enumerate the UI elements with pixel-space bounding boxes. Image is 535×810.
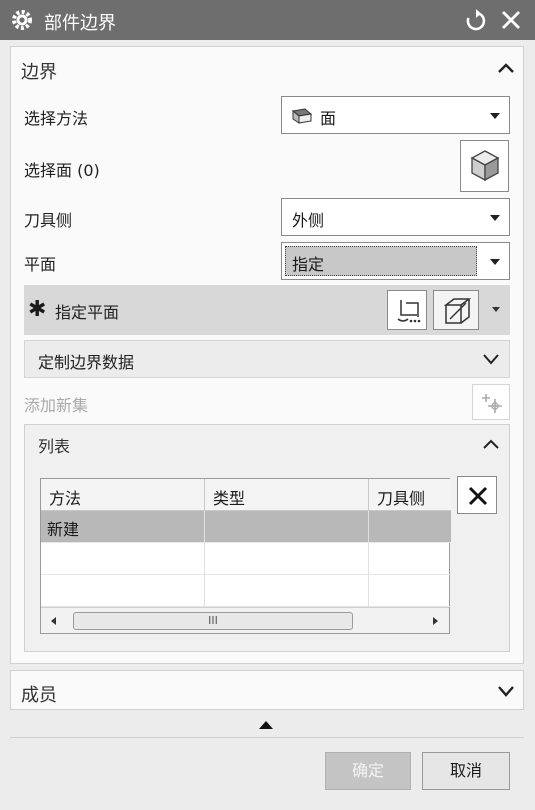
add-new-set-button[interactable]: [472, 384, 510, 420]
dropdown-arrow-icon: [490, 259, 500, 265]
plane-inference-button[interactable]: [433, 290, 479, 330]
delete-icon: [468, 486, 488, 506]
plane-options-arrow-icon[interactable]: [492, 307, 500, 312]
add-new-set-label: 添加新集: [24, 396, 89, 415]
horizontal-scrollbar[interactable]: III: [41, 607, 449, 633]
reset-icon[interactable]: [466, 9, 486, 31]
cancel-button[interactable]: 取消: [422, 752, 510, 790]
add-set-icon: [482, 394, 502, 413]
members-panel[interactable]: [10, 670, 524, 710]
plane-dialog-button[interactable]: [387, 290, 427, 330]
scroll-left-icon[interactable]: [51, 617, 56, 625]
cube-icon: [470, 150, 500, 182]
select-method-label: 选择方法: [24, 109, 89, 128]
boundary-list-table: 方法 类型 刀具侧 新建 III: [40, 478, 451, 634]
column-header-tool-side[interactable]: 刀具侧: [369, 479, 451, 511]
plane-inference-icon: [443, 298, 472, 324]
expand-members-icon[interactable]: [497, 685, 515, 697]
show-less-toggle-icon[interactable]: [259, 721, 273, 729]
tool-side-value: 外侧: [292, 211, 325, 230]
members-section-title: 成员: [21, 685, 57, 706]
collapse-list-icon[interactable]: [482, 438, 500, 450]
tool-side-label: 刀具侧: [24, 211, 73, 230]
dropdown-arrow-icon: [490, 215, 500, 221]
list-section-title: 列表: [38, 437, 71, 456]
collapse-boundary-icon[interactable]: [497, 62, 515, 74]
table-cell: [369, 511, 451, 543]
select-method-dropdown[interactable]: 面: [281, 96, 510, 134]
specify-plane-label: 指定平面: [55, 303, 120, 322]
scroll-right-icon[interactable]: [433, 617, 438, 625]
gear-icon[interactable]: [10, 8, 34, 32]
divider: [10, 737, 524, 738]
delete-button[interactable]: [457, 476, 497, 514]
face-icon: [291, 108, 313, 124]
select-face-label: 选择面 (0): [24, 161, 100, 180]
window-title: 部件边界: [44, 13, 116, 34]
ok-button[interactable]: 确定: [325, 752, 411, 790]
select-method-value: 面: [320, 109, 337, 128]
expand-custom-boundary-icon[interactable]: [482, 353, 500, 365]
required-asterisk-icon: ✱: [28, 297, 47, 322]
plane-value: 指定: [292, 255, 325, 274]
boundary-section-title: 边界: [21, 62, 57, 83]
plane-dropdown[interactable]: 指定: [281, 242, 510, 280]
tool-side-dropdown[interactable]: 外侧: [281, 198, 510, 236]
column-header-type[interactable]: 类型: [205, 479, 369, 511]
dropdown-arrow-icon: [490, 113, 500, 119]
scroll-thumb[interactable]: III: [73, 612, 353, 630]
table-cell: [205, 511, 369, 543]
plane-label: 平面: [24, 255, 57, 274]
title-bar: 部件边界: [0, 0, 535, 40]
close-icon[interactable]: [500, 9, 522, 31]
plane-dialog-icon: [397, 300, 421, 323]
table-cell: 新建: [41, 511, 205, 543]
custom-boundary-label: 定制边界数据: [38, 353, 135, 372]
select-face-button[interactable]: [460, 140, 509, 192]
column-header-method[interactable]: 方法: [41, 479, 205, 511]
